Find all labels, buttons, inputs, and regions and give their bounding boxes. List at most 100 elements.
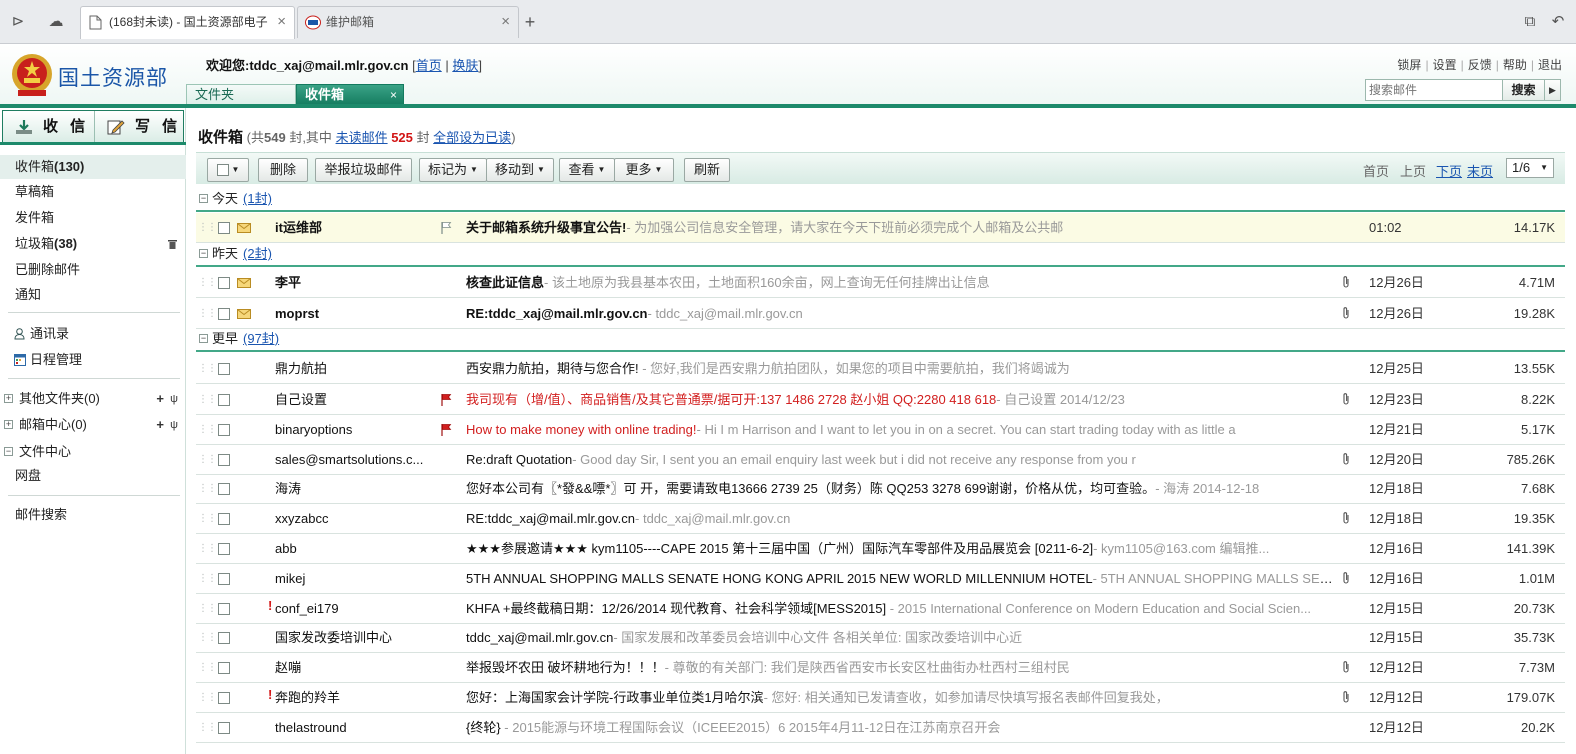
mail-subject[interactable]: 举报毁坏农田 破坏耕地行为！！！	[466, 660, 665, 675]
folder-drafts[interactable]: 草稿箱	[0, 180, 186, 204]
drag-handle-icon[interactable]: ⋮⋮	[198, 415, 217, 445]
flag-icon[interactable]	[440, 393, 454, 407]
mail-subject[interactable]: {终轮}	[466, 720, 501, 735]
mail-checkbox[interactable]	[218, 394, 230, 406]
mail-checkbox[interactable]	[218, 424, 230, 436]
drag-handle-icon[interactable]: ⋮⋮	[198, 713, 217, 743]
mail-subject-line[interactable]: 5TH ANNUAL SHOPPING MALLS SENATE HONG KO…	[466, 564, 1336, 594]
mail-subject[interactable]: 西安鼎力航拍，期待与您合作!	[466, 361, 639, 376]
mail-checkbox[interactable]	[218, 454, 230, 466]
mail-row[interactable]: ⋮⋮ xxyzabcc RE:tddc_xaj@mail.mlr.gov.cn- t…	[196, 504, 1565, 534]
move-to-dropdown[interactable]: 移动到 ▼	[486, 158, 554, 182]
folder-outbox[interactable]: 发件箱	[0, 206, 186, 230]
sidebar-item-file-center[interactable]: − 文件中心	[0, 440, 186, 464]
mark-all-read-link[interactable]: 全部设为已读	[433, 130, 511, 145]
folder-inbox[interactable]: 收件箱(130)	[0, 155, 186, 179]
group-count[interactable]: (97封)	[243, 331, 279, 346]
add-folder-icon[interactable]: +	[156, 387, 164, 411]
mail-row[interactable]: ⋮⋮ binaryoptions How to make money with on…	[196, 415, 1565, 445]
mark-as-dropdown[interactable]: 标记为 ▼	[419, 158, 487, 182]
drag-handle-icon[interactable]: ⋮⋮	[198, 213, 217, 243]
mail-row[interactable]: ⋮⋮ 国家发改委培训中心 tddc_xaj@mail.mlr.gov.cn- 国家发…	[196, 623, 1565, 653]
mail-subject-line[interactable]: ★★★参展邀请★★★ kym1105----CAPE 2015 第十三届中国（广…	[466, 534, 1336, 564]
flag-icon[interactable]	[440, 221, 454, 235]
empty-trash-icon[interactable]	[168, 239, 177, 249]
group-count[interactable]: (1封)	[243, 191, 272, 206]
flag-icon[interactable]	[440, 423, 454, 437]
mail-subject-line[interactable]: 您好本公司有〖*發&&嘌*〗可 开，需要请致电13666 2739 25（财务）…	[466, 474, 1336, 504]
search-button[interactable]: 搜索	[1502, 80, 1544, 100]
mail-subject[interactable]: 您好本公司有〖*發&&嘌*〗可 开，需要请致电13666 2739 25（财务）…	[466, 481, 1155, 496]
mail-checkbox[interactable]	[218, 513, 230, 525]
mail-checkbox[interactable]	[218, 632, 230, 644]
collapse-icon[interactable]: −	[199, 194, 208, 203]
mail-subject[interactable]: RE:tddc_xaj@mail.mlr.gov.cn	[466, 511, 635, 526]
tab-folders[interactable]: 文件夹	[186, 84, 296, 106]
mail-row[interactable]: ⋮⋮ 赵嘣 举报毁坏农田 破坏耕地行为！！！- 尊敬的有关部门: 我们是陕西省西安市…	[196, 653, 1565, 683]
mail-row[interactable]: ⋮⋮ 海涛 您好本公司有〖*發&&嘌*〗可 开，需要请致电13666 2739 25…	[196, 474, 1565, 504]
mail-row[interactable]: ⋮⋮! 奔跑的羚羊 您好：上海国家会计学院-行政事业单位类1月哈尔滨- 您好: 相关…	[196, 683, 1565, 713]
pin-icon[interactable]: ψ	[170, 413, 178, 437]
drag-handle-icon[interactable]: ⋮⋮	[198, 623, 217, 653]
page-select[interactable]: 1/6 ▼	[1506, 158, 1554, 178]
drag-handle-icon[interactable]: ⋮⋮	[198, 564, 217, 594]
lock-screen-link[interactable]: 锁屏	[1397, 58, 1421, 72]
drag-handle-icon[interactable]: ⋮⋮	[198, 594, 217, 624]
mail-row[interactable]: ⋮⋮! conf_ei179 KHFA +最终截稿日期：12/26/2014 现代教…	[196, 594, 1565, 624]
browser-tab-mail[interactable]: (168封未读) - 国土资源部电子 ×	[80, 6, 295, 39]
mail-checkbox[interactable]	[218, 222, 230, 234]
mail-checkbox[interactable]	[218, 363, 230, 375]
select-all-checkbox[interactable]	[216, 164, 229, 176]
cloud-icon[interactable]: ☁	[46, 12, 66, 32]
mail-subject-line[interactable]: {终轮} - 2015能源与环境工程国际会议（ICEEE2015）6 2015年…	[466, 713, 1336, 743]
prev-page-link[interactable]: 上页	[1400, 161, 1426, 180]
mail-row[interactable]: ⋮⋮ 鼎力航拍 西安鼎力航拍，期待与您合作! - 您好,我们是西安鼎力航拍团队，如果…	[196, 354, 1565, 384]
first-page-link[interactable]: 首页	[1363, 161, 1389, 180]
mail-subject-line[interactable]: 您好：上海国家会计学院-行政事业单位类1月哈尔滨- 您好: 相关通知已发请查收，…	[466, 683, 1336, 713]
mail-subject-line[interactable]: 关于邮箱系统升级事宜公告!- 为加强公司信息安全管理，请大家在今天下班前必须完成…	[466, 213, 1336, 243]
close-tab-icon[interactable]: ×	[501, 7, 510, 37]
collapse-icon[interactable]: −	[199, 334, 208, 343]
drag-handle-icon[interactable]: ⋮⋮	[198, 653, 217, 683]
window-icon[interactable]: ⧉	[1520, 12, 1540, 32]
mail-subject[interactable]: How to make money with online trading!	[466, 422, 697, 437]
mail-row[interactable]: ⋮⋮ sales@smartsolutions.c... Re:draft Quot…	[196, 445, 1565, 475]
write-button[interactable]: 写 信	[94, 111, 184, 143]
mail-checkbox[interactable]	[218, 277, 230, 289]
sidebar-item-mail-search[interactable]: 邮件搜索	[0, 503, 186, 527]
logout-link[interactable]: 退出	[1538, 58, 1562, 72]
add-mailbox-icon[interactable]: +	[156, 413, 164, 437]
receive-button[interactable]: 收 信	[3, 111, 93, 143]
unread-mail-link[interactable]: 未读邮件	[336, 130, 388, 145]
help-link[interactable]: 帮助	[1503, 58, 1527, 72]
mail-subject-line[interactable]: 举报毁坏农田 破坏耕地行为！！！- 尊敬的有关部门: 我们是陕西省西安市长安区杜…	[466, 653, 1336, 683]
mail-subject-line[interactable]: tddc_xaj@mail.mlr.gov.cn- 国家发展和改革委员会培训中心…	[466, 623, 1336, 653]
expand-icon[interactable]: +	[4, 420, 13, 429]
drag-handle-icon[interactable]: ⋮⋮	[198, 534, 217, 564]
settings-link[interactable]: 设置	[1433, 58, 1457, 72]
view-dropdown[interactable]: 查看 ▼	[559, 158, 615, 182]
drag-handle-icon[interactable]: ⋮⋮	[198, 504, 217, 534]
mail-subject[interactable]: 您好：上海国家会计学院-行政事业单位类1月哈尔滨	[466, 690, 764, 705]
search-options-arrow-icon[interactable]: ▶	[1544, 80, 1560, 100]
mail-checkbox[interactable]	[218, 722, 230, 734]
folder-deleted[interactable]: 已删除邮件	[0, 258, 186, 282]
date-group-header[interactable]: − 今天 (1封)	[196, 188, 1565, 212]
mail-subject-line[interactable]: KHFA +最终截稿日期：12/26/2014 现代教育、社会科学领域[MESS…	[466, 594, 1336, 624]
mail-row[interactable]: ⋮⋮ moprst RE:tddc_xaj@mail.mlr.gov.cn- tdd…	[196, 299, 1565, 329]
mail-subject-line[interactable]: RE:tddc_xaj@mail.mlr.gov.cn- tddc_xaj@ma…	[466, 504, 1336, 534]
sidebar-item-mail-center[interactable]: + 邮箱中心(0) + ψ	[0, 413, 186, 437]
mail-checkbox[interactable]	[218, 483, 230, 495]
sidebar-item-netdisk[interactable]: 网盘	[0, 464, 186, 488]
drag-handle-icon[interactable]: ⋮⋮	[198, 354, 217, 384]
tab-inbox[interactable]: 收件箱 ×	[296, 84, 404, 106]
mail-row[interactable]: ⋮⋮ thelastround {终轮} - 2015能源与环境工程国际会议（ICE…	[196, 713, 1565, 743]
mail-subject[interactable]: 关于邮箱系统升级事宜公告!	[466, 220, 626, 235]
group-count[interactable]: (2封)	[243, 246, 272, 261]
mail-checkbox[interactable]	[218, 573, 230, 585]
search-input[interactable]	[1366, 80, 1502, 100]
mail-checkbox[interactable]	[218, 692, 230, 704]
close-icon[interactable]: ×	[390, 85, 397, 105]
pin-icon[interactable]: ψ	[170, 387, 178, 411]
mail-subject[interactable]: ★★★参展邀请★★★ kym1105----CAPE 2015 第十三届中国（广…	[466, 541, 1093, 556]
